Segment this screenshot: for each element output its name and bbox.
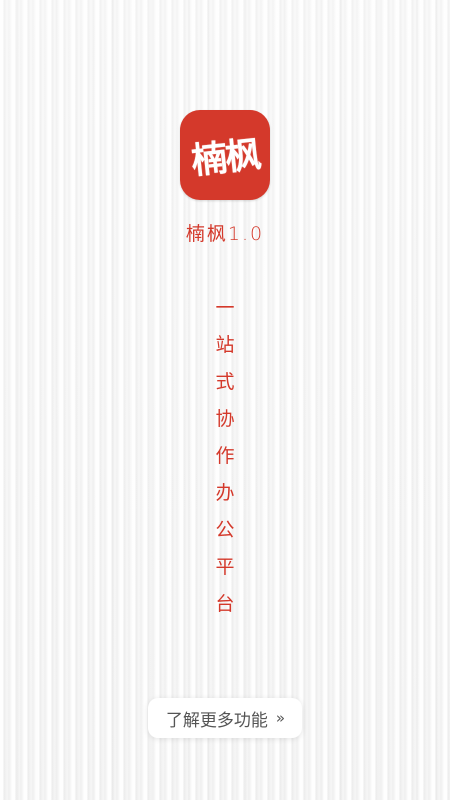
- app-name: 楠枫1.0: [185, 223, 265, 245]
- slogan-vertical: 一 站 式 协 作 办 公 平 台: [205, 290, 245, 623]
- slogan-char: 台: [215, 593, 235, 615]
- learn-more-button[interactable]: 了解更多功能 »: [148, 698, 302, 738]
- slogan-char: 作: [215, 445, 235, 467]
- learn-more-label: 了解更多功能: [165, 710, 268, 731]
- slogan-char: 式: [215, 371, 235, 393]
- splash-screen: 楠枫 楠枫1.0 一 站 式 协 作 办 公 平 台 了解更多功能 »: [0, 0, 450, 800]
- slogan-char: 站: [215, 334, 235, 356]
- slogan-char: 公: [215, 519, 235, 541]
- slogan-char: 一: [215, 297, 235, 319]
- slogan-char: 协: [215, 408, 235, 430]
- double-chevron-right-icon: »: [275, 709, 285, 727]
- app-logo-icon: 楠枫: [180, 110, 270, 200]
- app-logo-text: 楠枫: [189, 133, 262, 183]
- slogan-char: 平: [215, 556, 235, 578]
- slogan-char: 办: [215, 482, 235, 504]
